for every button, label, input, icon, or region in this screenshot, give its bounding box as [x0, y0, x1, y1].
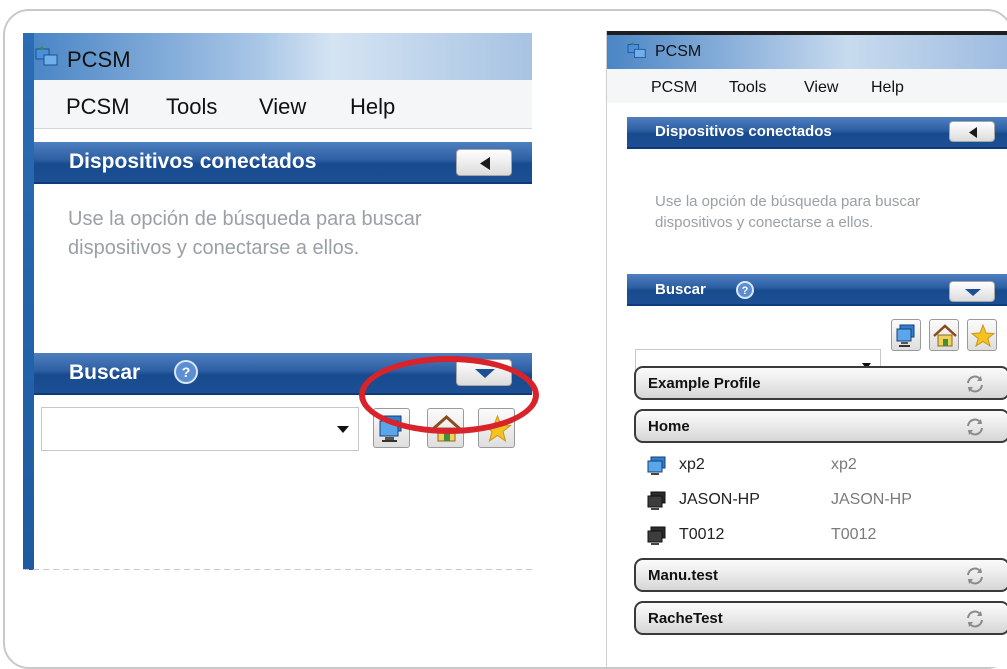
device-row[interactable]: T0012 T0012	[645, 524, 945, 548]
favorites-button[interactable]	[967, 319, 997, 351]
device-row[interactable]: xp2 xp2	[645, 454, 945, 478]
window-left-border	[23, 33, 34, 570]
profile-name: Example Profile	[648, 375, 761, 392]
profile-group-example-profile[interactable]: Example Profile	[634, 366, 1007, 400]
zoomed-pcsm-window: PCSM PCSM Tools View Help Dispositivos c…	[23, 33, 532, 570]
menu-view[interactable]: View	[804, 79, 838, 97]
computer-blue-icon	[647, 456, 666, 475]
app-title: PCSM	[67, 47, 131, 72]
network-search-button[interactable]	[891, 319, 921, 351]
svg-text:?: ?	[182, 364, 191, 380]
connected-devices-hint: Use la opción de búsqueda para buscar di…	[655, 193, 921, 231]
svg-text:?: ?	[742, 285, 749, 297]
device-row[interactable]: JASON-HP JASON-HP	[645, 489, 945, 513]
search-title: Buscar	[69, 361, 141, 384]
refresh-icon[interactable]	[964, 417, 986, 437]
computer-dark-icon	[647, 491, 666, 510]
app-title: PCSM	[655, 43, 702, 60]
collapse-left-icon	[480, 157, 490, 170]
highlight-ring	[359, 356, 539, 434]
refresh-icon[interactable]	[964, 374, 986, 394]
app-icon	[627, 42, 646, 58]
menu-view[interactable]: View	[259, 94, 306, 120]
cut-line	[23, 569, 532, 570]
refresh-icon[interactable]	[964, 566, 986, 586]
computer-dark-icon	[647, 526, 666, 545]
home-button[interactable]	[929, 319, 959, 351]
connected-devices-hint: Use la opción de búsqueda para buscar di…	[68, 208, 422, 259]
search-title: Buscar	[655, 281, 706, 298]
menu-help[interactable]: Help	[350, 94, 395, 120]
app-icon	[35, 46, 58, 66]
menu-pcsm[interactable]: PCSM	[66, 94, 130, 120]
refresh-icon[interactable]	[964, 609, 986, 629]
home-icon	[933, 324, 957, 347]
menu-tools[interactable]: Tools	[729, 79, 766, 97]
device-name: JASON-HP	[679, 491, 760, 508]
profile-group-manu-test[interactable]: Manu.test	[634, 558, 1007, 592]
menu-help[interactable]: Help	[871, 79, 904, 97]
collapse-panel-button[interactable]	[456, 149, 512, 176]
favorites-star-icon	[970, 323, 996, 348]
expand-panel-button[interactable]	[949, 281, 995, 302]
dropdown-arrow-icon[interactable]	[336, 425, 350, 435]
collapse-panel-button[interactable]	[949, 121, 995, 142]
menu-pcsm[interactable]: PCSM	[651, 79, 697, 97]
profile-name: RacheTest	[648, 610, 723, 627]
network-computer-icon	[896, 324, 915, 347]
device-name: xp2	[679, 456, 705, 473]
help-icon[interactable]: ?	[173, 359, 199, 385]
help-icon[interactable]: ?	[735, 280, 755, 300]
profile-group-home[interactable]: Home	[634, 409, 1007, 443]
profile-group-rachetest[interactable]: RacheTest	[634, 601, 1007, 635]
expand-down-icon	[965, 289, 981, 296]
device-name: T0012	[679, 526, 725, 543]
search-combobox[interactable]	[41, 407, 359, 451]
connected-devices-title: Dispositivos conectados	[69, 150, 317, 173]
collapse-left-icon	[969, 127, 977, 138]
device-host: xp2	[831, 456, 857, 473]
menu-tools[interactable]: Tools	[166, 94, 217, 120]
device-host: T0012	[831, 526, 877, 543]
profile-name: Manu.test	[648, 567, 719, 584]
profile-name: Home	[648, 418, 690, 435]
connected-devices-title: Dispositivos conectados	[655, 123, 832, 140]
device-host: JASON-HP	[831, 491, 912, 508]
pcsm-window: PCSM PCSM Tools View Help Dispositivos c…	[606, 31, 1007, 667]
